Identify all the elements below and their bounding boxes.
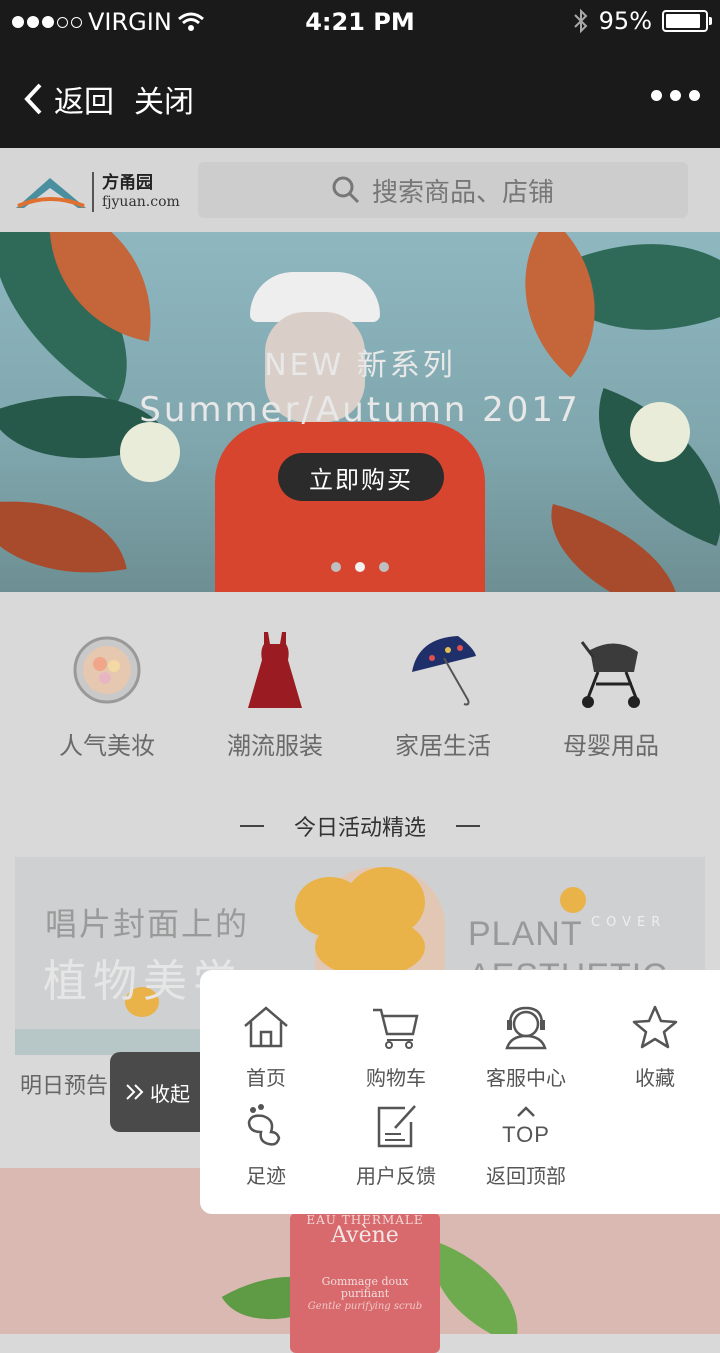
logo-url: fjyuan.com — [102, 194, 180, 210]
section-title-text: 今日活动精选 — [293, 816, 426, 841]
collapse-label: 收起 — [150, 1081, 190, 1106]
nav-bar: 返回 关闭 — [0, 44, 720, 148]
title-dash-left — [239, 825, 264, 827]
headset-icon — [505, 1006, 547, 1050]
buy-now-button[interactable]: 立即购买 — [278, 453, 444, 501]
collapse-button[interactable]: 收起 — [110, 1052, 210, 1132]
product-brand: Avène — [331, 1223, 399, 1248]
menu-item-history[interactable]: 足迹 — [201, 1068, 331, 1188]
menu-label: 收藏 — [635, 1066, 675, 1090]
menu-item-feedback[interactable]: 用户反馈 — [331, 1068, 461, 1188]
category-fashion[interactable]: 潮流服装 — [185, 592, 365, 778]
mountain-logo-icon — [16, 178, 86, 208]
battery-percent: 95% — [598, 7, 652, 35]
pager-dot[interactable] — [331, 562, 341, 572]
banner-pager[interactable] — [0, 562, 720, 572]
menu-label: 足迹 — [246, 1164, 286, 1188]
category-baby[interactable]: 母婴用品 — [521, 592, 701, 778]
site-logo[interactable]: 方甬园 fjyuan.com — [14, 166, 189, 218]
menu-item-service[interactable]: 客服中心 — [461, 970, 591, 1090]
pager-dot-active[interactable] — [355, 562, 365, 572]
category-grid: 人气美妆 潮流服装 家居生活 母婴用品 — [0, 592, 720, 778]
svg-text:TOP: TOP — [502, 1122, 550, 1147]
search-input[interactable]: 搜索商品、店铺 — [198, 162, 688, 218]
umbrella-icon — [412, 636, 476, 706]
product-line2: purifiant — [340, 1287, 390, 1300]
status-bar: VIRGIN 4:21 PM 95% — [0, 0, 720, 44]
double-chevron-right-icon — [126, 1084, 144, 1100]
category-home[interactable]: 家居生活 — [353, 592, 533, 778]
title-dash-right — [456, 825, 480, 827]
menu-item-cart[interactable]: 购物车 — [331, 970, 461, 1090]
activity-plant-text: PLANT — [468, 915, 583, 953]
category-label: 潮流服装 — [227, 732, 323, 760]
back-button[interactable]: 返回 — [22, 77, 114, 121]
top-icon: TOP — [502, 1106, 550, 1147]
menu-label: 用户反馈 — [356, 1164, 436, 1188]
banner-line1: NEW 新系列 — [264, 348, 456, 383]
pager-dot[interactable] — [379, 562, 389, 572]
product-line3: Gentle purifying scrub — [307, 1301, 423, 1312]
red-dress-icon — [248, 632, 302, 708]
category-makeup[interactable]: 人气美妆 — [17, 592, 197, 778]
banner-line2: Summer/Autumn 2017 — [139, 390, 581, 430]
category-label: 家居生活 — [395, 732, 491, 760]
footprint-icon — [247, 1104, 281, 1146]
star-icon — [632, 1005, 678, 1049]
quick-menu-panel: 首页 购物车 客服中心 收藏 足迹 用户反馈 TOP 返回顶部 — [200, 970, 720, 1214]
promo-banner[interactable]: NEW 新系列 Summer/Autumn 2017 — [0, 232, 720, 592]
category-label: 母婴用品 — [563, 732, 659, 760]
search-icon — [332, 176, 360, 204]
more-icon[interactable] — [651, 90, 700, 101]
back-label: 返回 — [54, 85, 114, 120]
menu-item-favorite[interactable]: 收藏 — [590, 970, 720, 1090]
search-placeholder: 搜索商品、店铺 — [371, 177, 554, 208]
product-tube-image: EAU THERMALE Avène Gommage doux purifian… — [290, 1213, 440, 1353]
activity-title-line1: 唱片封面上的 — [45, 905, 250, 943]
cart-icon — [373, 1008, 419, 1049]
bluetooth-icon — [573, 8, 588, 34]
logo-brand: 方甬园 — [102, 173, 153, 193]
menu-item-back-to-top[interactable]: TOP 返回顶部 — [461, 1068, 591, 1188]
section-title: 今日活动精选 — [0, 798, 720, 854]
activity-cover-text: COVER — [591, 915, 667, 930]
battery-icon — [662, 10, 712, 32]
menu-label: 返回顶部 — [486, 1164, 566, 1188]
compact-powder-icon — [73, 636, 141, 704]
home-icon — [244, 1006, 288, 1048]
menu-item-home[interactable]: 首页 — [201, 970, 331, 1090]
status-right: 95% — [573, 7, 712, 35]
feedback-icon — [377, 1105, 416, 1148]
category-label: 人气美妆 — [59, 732, 155, 760]
chevron-left-icon — [24, 83, 42, 115]
close-button[interactable]: 关闭 — [134, 77, 194, 121]
stroller-icon — [580, 641, 640, 708]
